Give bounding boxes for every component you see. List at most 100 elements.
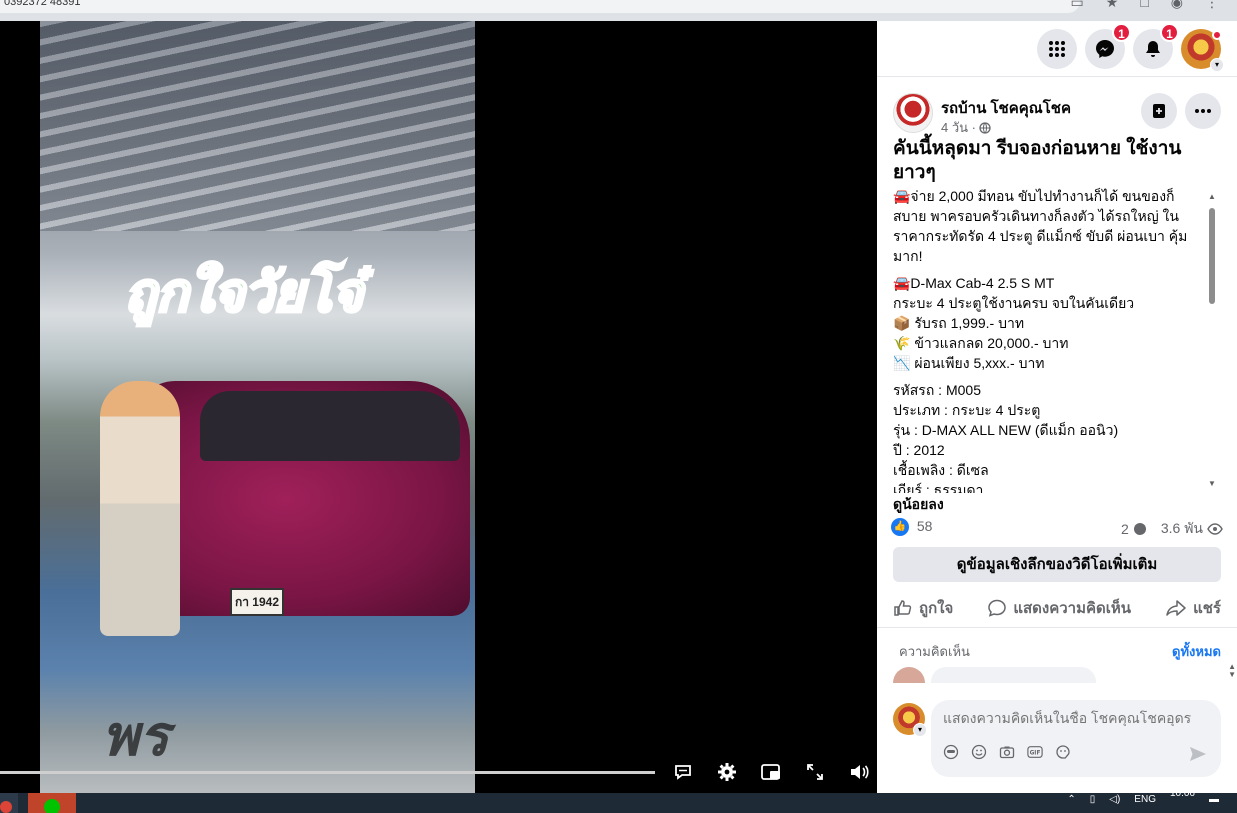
post-stats: 👍 58 2 3.6 พัน	[891, 518, 1223, 538]
pip-icon[interactable]	[758, 759, 784, 785]
bookmark-add-icon	[1153, 104, 1165, 118]
avatar-sticker-icon[interactable]	[943, 744, 959, 760]
share-icon	[1166, 600, 1186, 616]
settings-icon[interactable]	[714, 759, 740, 785]
comment-icon	[988, 599, 1007, 617]
post-actions: ถูกใจ แสดงความคิดเห็น แชร์	[893, 591, 1221, 625]
comment-input[interactable]	[943, 710, 1211, 726]
video-overlay-title: ถูกใจวัยโจ๋	[122, 260, 364, 326]
captions-icon[interactable]	[670, 759, 696, 785]
composer-tools: GIF	[943, 744, 1071, 760]
view-count: 3.6 พัน	[1160, 520, 1203, 536]
emoji-icon[interactable]	[971, 744, 987, 760]
top-navigation: 1 1 ▾	[877, 21, 1237, 77]
address-bar[interactable]: 0392372 48391	[0, 0, 1080, 13]
messenger-button[interactable]: 1	[1085, 23, 1131, 69]
comments-scroll-icon[interactable]: ▲ ▼	[1228, 663, 1236, 679]
messenger-badge: 1	[1112, 23, 1131, 42]
page-avatar[interactable]	[893, 93, 933, 133]
video-controls	[670, 759, 872, 785]
chevron-down-icon[interactable]: ▾	[913, 723, 927, 737]
post-paragraph: รหัสรถ : M005 ประเภท : กระบะ 4 ประตู รุ่น …	[893, 380, 1205, 493]
comment-bubble-icon	[1133, 523, 1146, 535]
post-panel: 1 1 ▾ รถบ้าน โชคคุณโชค 4 วัน · คันนี้หลุ…	[877, 21, 1237, 793]
post-line: รุ่น : D-MAX ALL NEW (ดีแม็ก ออนิว)	[893, 422, 1119, 438]
carport-roof	[40, 21, 475, 231]
post-line: 📦 รับรถ 1,999.- บาท	[893, 315, 1025, 331]
share-button[interactable]: แชร์	[1165, 596, 1221, 620]
notifications-button[interactable]: 1	[1133, 23, 1179, 69]
like-count[interactable]: 58	[917, 518, 933, 534]
post-line: 🚘จ่าย 2,000 มีทอน ขับไปทำงานก็ได้ ขนของก…	[893, 188, 1188, 264]
post-meta: 4 วัน ·	[941, 117, 991, 138]
comment-preview[interactable]	[893, 667, 1223, 683]
like-button[interactable]: ถูกใจ	[893, 596, 953, 620]
commenter-avatar[interactable]	[893, 667, 925, 683]
comments-label: ความคิดเห็น	[899, 644, 970, 659]
see-less-link[interactable]: ดูน้อยลง	[893, 494, 944, 516]
more-options-button[interactable]	[1185, 93, 1221, 129]
comment-label: แสดงความคิดเห็น	[1013, 600, 1132, 617]
like-label: ถูกใจ	[919, 600, 954, 617]
eye-icon	[1207, 523, 1223, 535]
comment-button[interactable]: แสดงความคิดเห็น	[987, 596, 1131, 620]
chevron-down-icon: ▾	[1210, 58, 1224, 72]
notifications-badge: 1	[1160, 23, 1179, 42]
os-taskbar: ⌃ ▯ ◁) ENG 10:06 ▬	[0, 788, 1237, 813]
video-insights-button[interactable]: ดูข้อมูลเชิงลึกของวิดีโอเพิ่มเติม	[893, 547, 1221, 582]
sticker-icon[interactable]	[1055, 744, 1071, 760]
comment-composer[interactable]: GIF	[931, 700, 1221, 777]
send-icon[interactable]	[1189, 746, 1207, 767]
system-tray: ⌃ ▯ ◁) ENG 10:06 ▬	[1067, 788, 1219, 805]
address-text: 0392372 48391	[4, 0, 81, 8]
post-time[interactable]: 4 วัน ·	[941, 117, 976, 138]
clock[interactable]: 10:06	[1170, 788, 1195, 799]
account-avatar[interactable]: ▾	[1181, 29, 1224, 72]
svg-text:GIF: GIF	[1030, 751, 1041, 757]
grid-icon	[1049, 41, 1065, 57]
comment-count[interactable]: 2	[1121, 521, 1129, 537]
tray-chevron-icon[interactable]: ⌃	[1067, 794, 1075, 805]
save-post-button[interactable]	[1141, 93, 1177, 129]
speaker-icon[interactable]: ◁)	[1109, 794, 1120, 805]
comment-bubble	[931, 667, 1096, 683]
video-frame[interactable]: กา 1942 ถูกใจวัยโจ๋ พร	[40, 21, 475, 793]
truck-windshield	[200, 391, 460, 461]
post-line: 🌾 ข้าวแลกลด 20,000.- บาท	[893, 335, 1069, 351]
browser-toolbar: 0392372 48391 ▭ ★ □ ◉ ⋮	[0, 0, 1237, 21]
chrome-taskbar-icon[interactable]	[0, 793, 18, 813]
volume-icon[interactable]	[846, 759, 872, 785]
post-line: ปี : 2012	[893, 442, 945, 458]
post-paragraph: 🚘จ่าย 2,000 มีทอน ขับไปทำงานก็ได้ ขนของก…	[893, 186, 1205, 266]
profile-icon[interactable]: ◉	[1171, 0, 1183, 11]
scroll-up-icon[interactable]: ▲	[1208, 192, 1216, 201]
menu-icon[interactable]: ⋮	[1205, 0, 1219, 11]
post-line: เกียร์ : ธรรมดา	[893, 482, 984, 493]
license-plate: กา 1942	[230, 588, 284, 616]
presenter	[100, 381, 180, 636]
post-title: คันนี้หลุดมา รีบจองก่อนหาย ใช้งานยาวๆ	[893, 138, 1182, 183]
line-taskbar-icon[interactable]	[28, 793, 76, 813]
fullscreen-icon[interactable]	[802, 759, 828, 785]
globe-icon	[979, 121, 991, 134]
like-reaction-icon[interactable]: 👍	[891, 518, 909, 537]
gif-icon[interactable]: GIF	[1027, 744, 1043, 760]
language-indicator[interactable]: ENG	[1134, 794, 1156, 805]
ground-graffiti: พร	[102, 704, 169, 767]
video-progress-bar[interactable]	[0, 771, 655, 774]
monitor-icon[interactable]: ▭	[1071, 0, 1084, 11]
post-body-scrollbar[interactable]: ▲ ▼	[1208, 192, 1216, 488]
star-icon[interactable]: ★	[1106, 0, 1119, 11]
scroll-down-icon[interactable]: ▼	[1208, 479, 1216, 488]
camera-icon[interactable]	[999, 744, 1015, 760]
extensions-icon[interactable]: □	[1140, 0, 1148, 11]
share-label: แชร์	[1193, 600, 1221, 617]
scroll-thumb[interactable]	[1209, 208, 1215, 304]
ellipsis-icon	[1195, 109, 1211, 113]
browser-icons: ▭ ★ □ ◉ ⋮	[1071, 0, 1219, 11]
notification-center-icon[interactable]: ▬	[1209, 794, 1219, 805]
network-icon[interactable]: ▯	[1090, 794, 1096, 805]
video-player[interactable]: กา 1942 ถูกใจวัยโจ๋ พร	[0, 21, 877, 793]
menu-grid-button[interactable]	[1037, 29, 1077, 69]
see-all-comments-link[interactable]: ดูทั้งหมด	[1172, 641, 1221, 662]
